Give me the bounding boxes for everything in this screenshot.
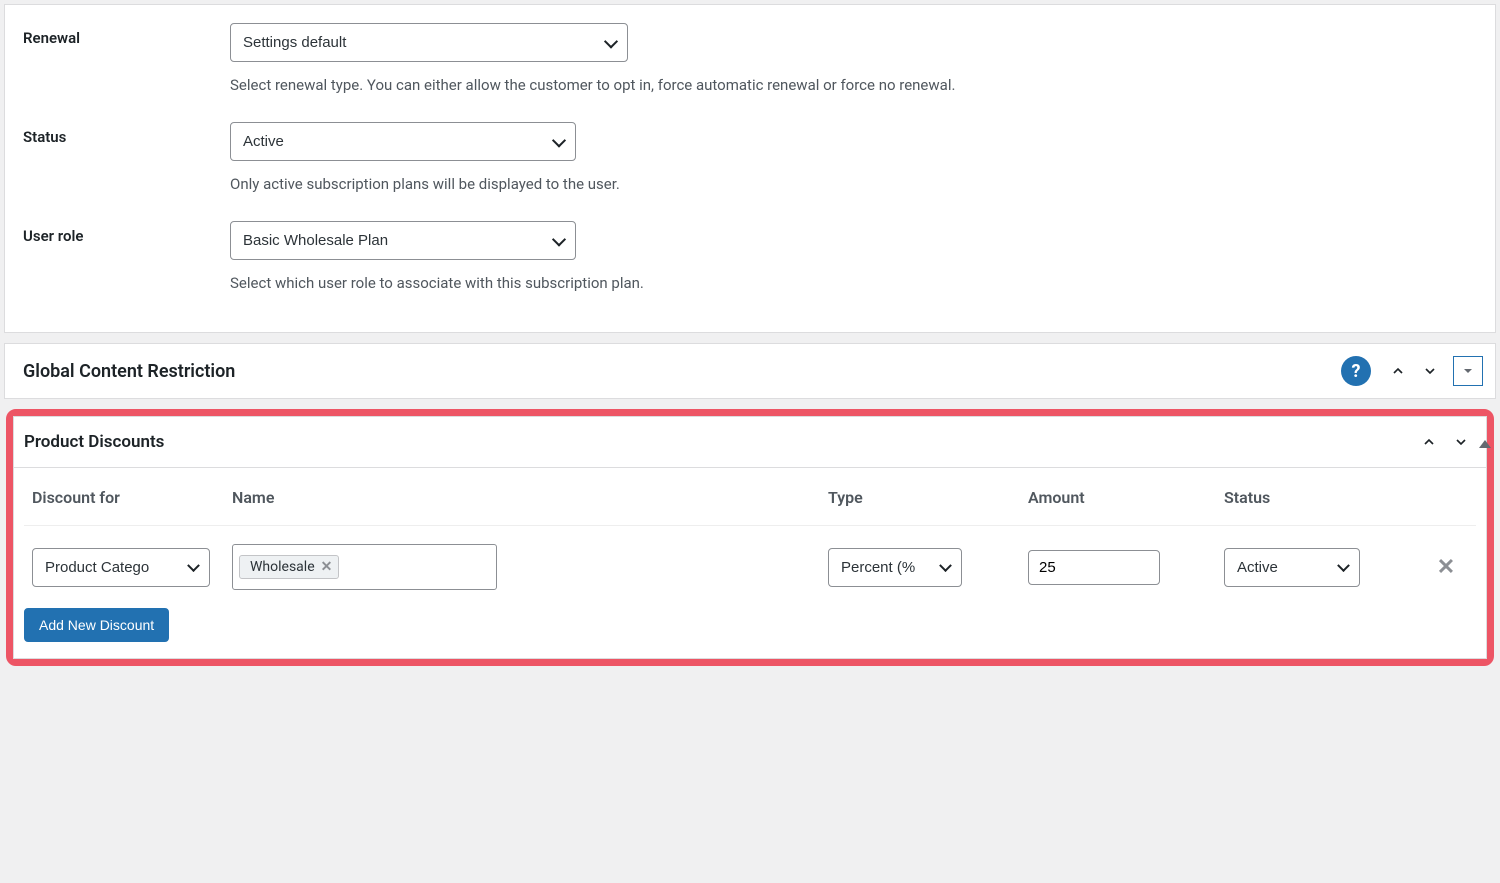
discount-status-select[interactable]: Active xyxy=(1224,548,1360,587)
global-content-restriction-panel: Global Content Restriction ? xyxy=(4,343,1496,399)
move-up-icon[interactable] xyxy=(1416,429,1442,455)
global-restriction-controls: ? xyxy=(1341,356,1483,386)
user-role-label: User role xyxy=(23,221,230,245)
col-name: Name xyxy=(224,468,820,526)
tag-label: Wholesale xyxy=(250,559,315,575)
subscription-settings-panel: Renewal Settings default Select renewal … xyxy=(4,4,1496,333)
status-row: Status Active Only active subscription p… xyxy=(23,122,1477,193)
add-new-discount-button[interactable]: Add New Discount xyxy=(24,608,169,642)
col-discount-for: Discount for xyxy=(24,468,224,526)
renewal-field: Settings default Select renewal type. Yo… xyxy=(230,23,1477,94)
discount-name-input[interactable]: Wholesale ✕ xyxy=(232,544,497,590)
status-help: Only active subscription plans will be d… xyxy=(230,175,1477,193)
product-discounts-title: Product Discounts xyxy=(24,432,164,452)
user-role-row: User role Basic Wholesale Plan Select wh… xyxy=(23,221,1477,292)
tag-remove-icon[interactable]: ✕ xyxy=(321,559,333,575)
user-role-help: Select which user role to associate with… xyxy=(230,274,1477,292)
product-discounts-controls xyxy=(1416,429,1474,455)
user-role-select-wrap: Basic Wholesale Plan xyxy=(230,221,576,260)
renewal-row: Renewal Settings default Select renewal … xyxy=(23,23,1477,94)
col-status: Status xyxy=(1216,468,1416,526)
renewal-label: Renewal xyxy=(23,23,230,47)
status-select-wrap: Active xyxy=(230,122,576,161)
panel-toggle-indicator-icon[interactable] xyxy=(1479,440,1491,448)
discount-type-select[interactable]: Percent (% xyxy=(828,548,962,587)
renewal-help: Select renewal type. You can either allo… xyxy=(230,76,1477,94)
global-restriction-header: Global Content Restriction ? xyxy=(5,344,1495,398)
move-up-icon[interactable] xyxy=(1385,358,1411,384)
discount-type-select-wrap: Percent (% xyxy=(828,548,962,587)
status-field: Active Only active subscription plans wi… xyxy=(230,122,1477,193)
discount-table-header-row: Discount for Name Type Amount Status xyxy=(24,468,1476,526)
status-select[interactable]: Active xyxy=(230,122,576,161)
col-type: Type xyxy=(820,468,1020,526)
renewal-select[interactable]: Settings default xyxy=(230,23,628,62)
status-label: Status xyxy=(23,122,230,146)
panel-body: Renewal Settings default Select renewal … xyxy=(5,5,1495,332)
discount-for-select-wrap: Product Catego xyxy=(32,548,210,587)
product-discounts-panel: Product Discounts Discount for Name Type… xyxy=(13,416,1487,659)
user-role-field: Basic Wholesale Plan Select which user r… xyxy=(230,221,1477,292)
move-down-icon[interactable] xyxy=(1448,429,1474,455)
discount-row: Product Catego Wholesale ✕ xyxy=(24,526,1476,609)
product-discounts-header: Product Discounts xyxy=(14,417,1486,468)
discount-amount-input[interactable] xyxy=(1028,550,1160,585)
col-actions xyxy=(1416,468,1476,526)
col-amount: Amount xyxy=(1020,468,1216,526)
help-icon[interactable]: ? xyxy=(1341,356,1371,386)
panel-toggle-icon[interactable] xyxy=(1453,356,1483,386)
discount-status-select-wrap: Active xyxy=(1224,548,1360,587)
product-discounts-highlight: Product Discounts Discount for Name Type… xyxy=(6,409,1494,666)
product-discounts-body: Discount for Name Type Amount Status xyxy=(14,468,1486,658)
remove-row-icon[interactable]: ✕ xyxy=(1424,555,1468,580)
move-down-icon[interactable] xyxy=(1417,358,1443,384)
renewal-select-wrap: Settings default xyxy=(230,23,628,62)
global-restriction-title: Global Content Restriction xyxy=(23,361,235,382)
discount-for-select[interactable]: Product Catego xyxy=(32,548,210,587)
user-role-select[interactable]: Basic Wholesale Plan xyxy=(230,221,576,260)
discount-name-tag: Wholesale ✕ xyxy=(239,555,339,579)
discount-table: Discount for Name Type Amount Status xyxy=(24,468,1476,608)
